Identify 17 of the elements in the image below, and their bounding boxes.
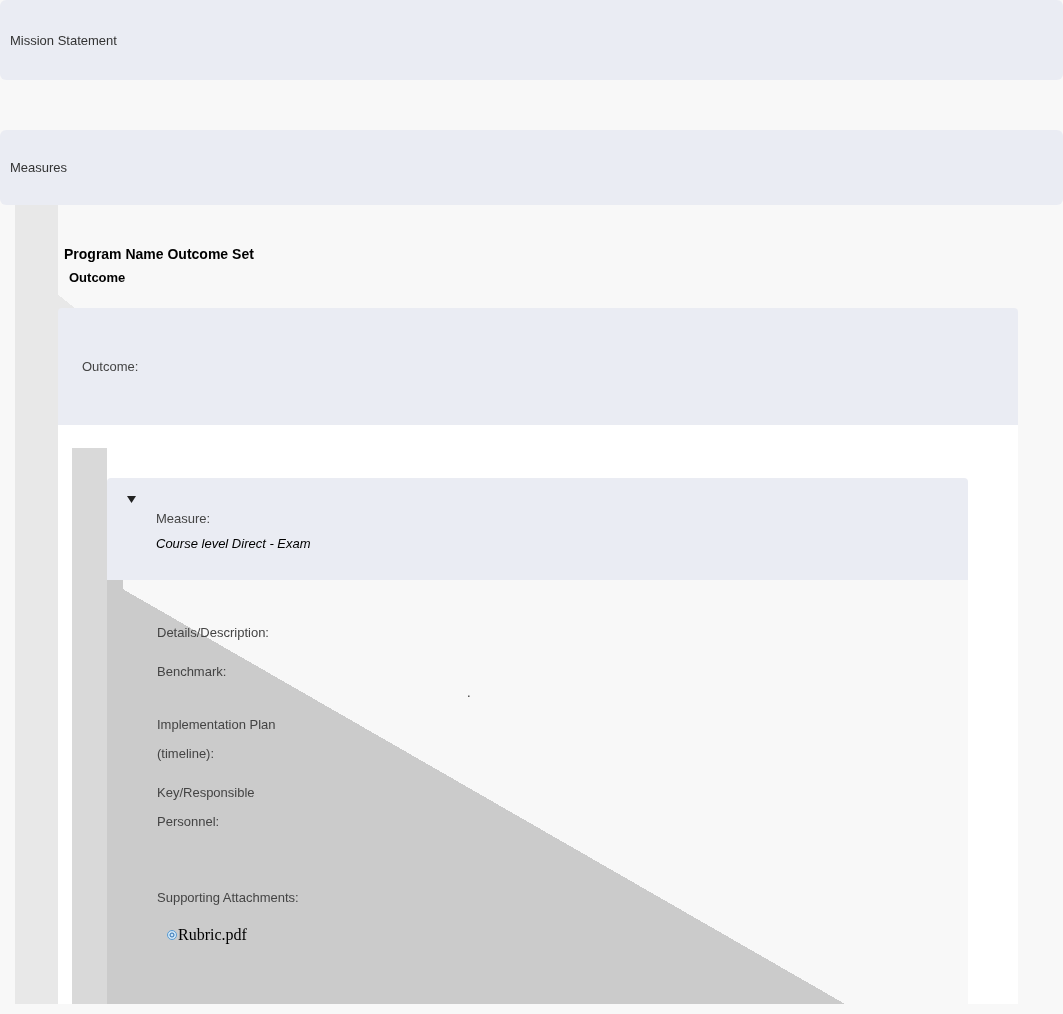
- attachments-label: Supporting Attachments:: [157, 889, 300, 907]
- measure-header[interactable]: Measure: Course level Direct - Exam: [107, 478, 968, 580]
- section-header[interactable]: Mission Statement: [0, 0, 1063, 80]
- measure-name: Course level Direct - Exam: [156, 535, 311, 553]
- field-label: Benchmark:: [157, 663, 228, 681]
- field-value: .: [466, 686, 472, 700]
- measure-label: Measure:: [156, 510, 212, 528]
- attachment-icon: [167, 930, 177, 940]
- field-label: Key/Responsible Personnel:: [157, 784, 256, 831]
- section-header[interactable]: Measures: [0, 130, 1063, 205]
- outcome-heading: Outcome: [69, 269, 127, 287]
- attachment-link[interactable]: Rubric.pdf: [167, 926, 247, 944]
- caret-icon[interactable]: [127, 496, 136, 503]
- field-label: Implementation Plan (timeline):: [157, 716, 277, 763]
- outcome-label: Outcome:: [82, 359, 139, 374]
- field-label: Details/Description:: [157, 624, 270, 642]
- outcome-set-title: Program Name Outcome Set: [64, 245, 255, 264]
